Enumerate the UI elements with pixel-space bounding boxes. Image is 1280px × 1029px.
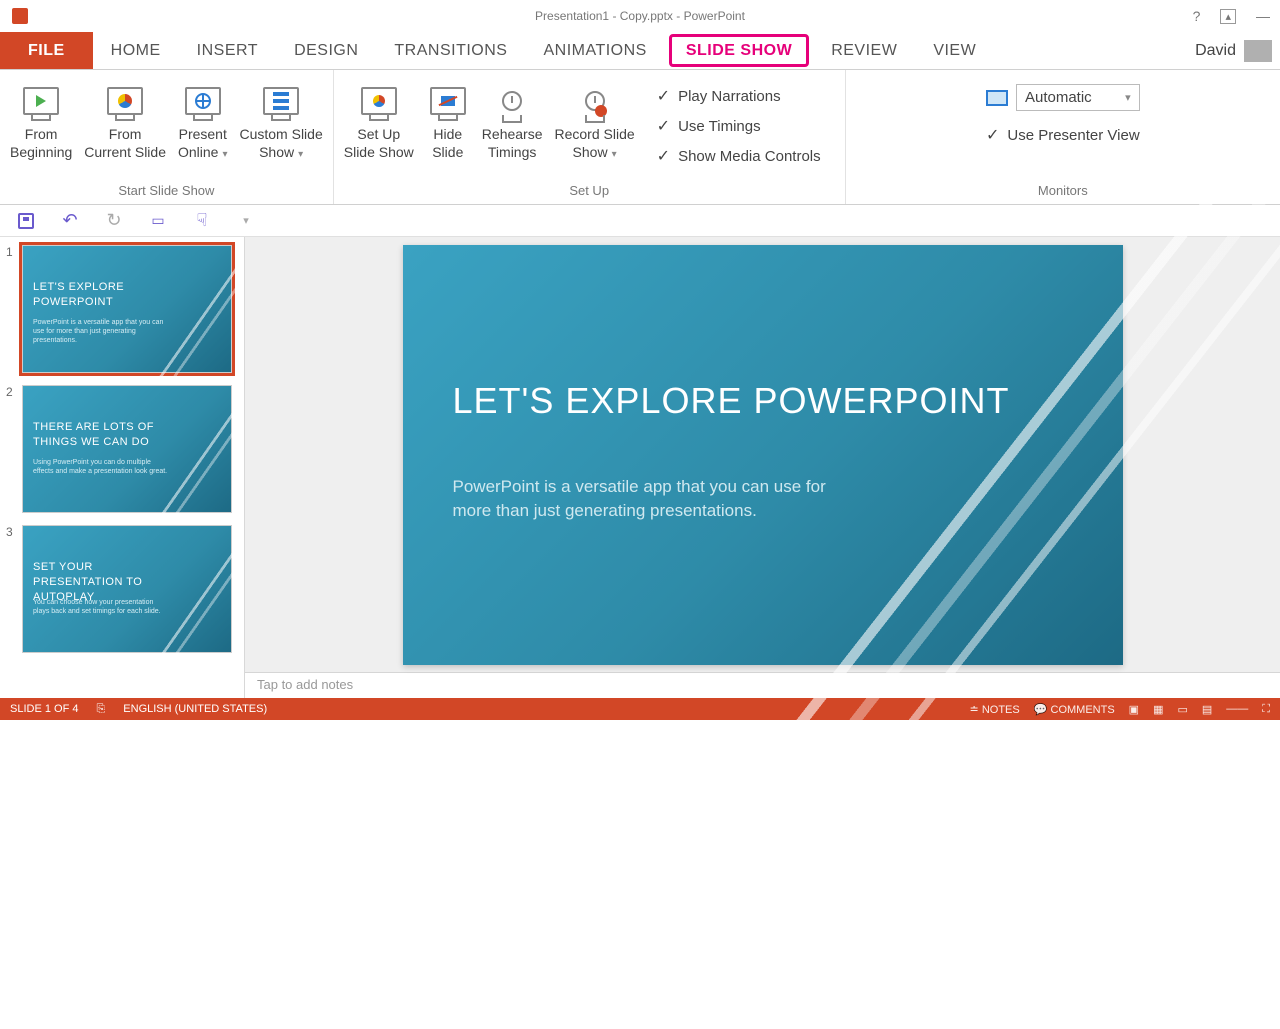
custom-label: Custom Slide Show▾: [239, 126, 322, 161]
tab-review[interactable]: REVIEW: [813, 32, 915, 69]
tab-view[interactable]: VIEW: [915, 32, 994, 69]
ribbon-display-icon[interactable]: ▴: [1220, 9, 1236, 24]
setup-checkboxes: ✓ Play Narrations ✓ Use Timings ✓ Show Medi…: [641, 76, 841, 181]
record-icon: [573, 80, 617, 122]
record-label: Record Slide Show▾: [555, 126, 635, 161]
qat-more-button[interactable]: ▾: [236, 211, 256, 231]
notes-placeholder: Tap to add notes: [257, 677, 353, 692]
tab-transitions[interactable]: TRANSITIONS: [376, 32, 525, 69]
from-current-slide-button[interactable]: From Current Slide: [78, 76, 172, 181]
avatar: [1244, 40, 1272, 62]
check-icon: ✓: [657, 146, 670, 166]
group-label-setup: Set Up: [569, 181, 609, 202]
play-narrations-label: Play Narrations: [678, 88, 781, 105]
tab-insert[interactable]: INSERT: [179, 32, 276, 69]
redo-button[interactable]: ↻: [104, 211, 124, 231]
user-name: David: [1195, 42, 1236, 60]
slideshow-view-icon[interactable]: ▤: [1202, 703, 1212, 716]
check-icon: ✓: [657, 86, 670, 106]
thumb-preview: SET YOUR PRESENTATION TO AUTOPLAY You ca…: [22, 525, 232, 653]
play-narrations-checkbox[interactable]: ✓ Play Narrations: [657, 86, 781, 106]
start-show-button[interactable]: ▭: [148, 211, 168, 231]
tab-design[interactable]: DESIGN: [276, 32, 376, 69]
check-icon: ✓: [657, 116, 670, 136]
minimize-icon[interactable]: —: [1256, 8, 1270, 24]
show-media-label: Show Media Controls: [678, 148, 821, 165]
thumb-number: 1: [6, 245, 18, 373]
hide-label: Hide Slide: [432, 126, 463, 161]
tab-file[interactable]: FILE: [0, 32, 93, 69]
rehearse-timings-button[interactable]: Rehearse Timings: [476, 76, 549, 181]
main-editor: LET'S EXPLORE POWERPOINT PowerPoint is a…: [245, 237, 1280, 698]
slide-stage: LET'S EXPLORE POWERPOINT PowerPoint is a…: [245, 237, 1280, 672]
from-beginning-button[interactable]: From Beginning: [4, 76, 78, 181]
use-timings-checkbox[interactable]: ✓ Use Timings: [657, 116, 761, 136]
tab-animations[interactable]: ANIMATIONS: [525, 32, 664, 69]
slide-title[interactable]: LET'S EXPLORE POWERPOINT: [453, 380, 1010, 421]
document-title: Presentation1 - Copy.pptx - PowerPoint: [535, 9, 745, 23]
redo-icon: ↻: [106, 210, 121, 231]
screen-gear-icon: [357, 80, 401, 122]
thumb-subtitle: Using PowerPoint you can do multiple eff…: [33, 458, 171, 476]
screen-globe-icon: [181, 80, 225, 122]
help-icon[interactable]: ?: [1193, 8, 1201, 24]
slide-sorter-icon[interactable]: ▦: [1153, 703, 1163, 716]
slide-body[interactable]: PowerPoint is a versatile app that you c…: [453, 475, 833, 524]
user-area[interactable]: David: [1195, 32, 1272, 69]
thumbnail-3[interactable]: 3 SET YOUR PRESENTATION TO AUTOPLAY You …: [6, 525, 238, 653]
language-indicator[interactable]: ENGLISH (UNITED STATES): [123, 703, 267, 715]
thumb-subtitle: You can choose how your presentation pla…: [33, 598, 171, 616]
screen-play-icon: [19, 80, 63, 122]
screen-pie-icon: [103, 80, 147, 122]
save-button[interactable]: [16, 211, 36, 231]
tab-home[interactable]: HOME: [93, 32, 179, 69]
notes-toggle[interactable]: ≐ NOTES: [970, 703, 1020, 716]
show-media-controls-checkbox[interactable]: ✓ Show Media Controls: [657, 146, 821, 166]
slide-counter[interactable]: SLIDE 1 OF 4: [10, 703, 78, 715]
screen-list-icon: [259, 80, 303, 122]
from-beginning-label: From Beginning: [10, 126, 72, 161]
present-online-label: Present Online▾: [178, 126, 228, 161]
rehearse-label: Rehearse Timings: [482, 126, 543, 161]
touch-mode-button[interactable]: ☟: [192, 211, 212, 231]
thumb-title: THERE ARE LOTS OF THINGS WE CAN DO: [33, 420, 171, 450]
spellcheck-icon[interactable]: ⎘: [96, 703, 105, 716]
comments-toggle[interactable]: 💬 COMMENTS: [1034, 703, 1115, 716]
thumb-title: LET'S EXPLORE POWERPOINT: [33, 280, 171, 310]
custom-slide-show-button[interactable]: Custom Slide Show▾: [233, 76, 328, 181]
save-icon: [18, 213, 34, 229]
tab-slide-show[interactable]: SLIDE SHOW: [669, 34, 809, 67]
work-area: 1 LET'S EXPLORE POWERPOINT PowerPoint is…: [0, 237, 1280, 698]
record-slide-show-button[interactable]: Record Slide Show▾: [549, 76, 641, 181]
group-set-up: Set Up Slide Show Hide Slide Rehearse Ti…: [334, 70, 846, 204]
thumb-number: 2: [6, 385, 18, 513]
undo-icon: ↶: [62, 210, 77, 231]
window-controls: ? ▴ —: [1193, 8, 1270, 24]
slide-thumbnails-panel: 1 LET'S EXPLORE POWERPOINT PowerPoint is…: [0, 237, 245, 698]
hide-slide-button[interactable]: Hide Slide: [420, 76, 476, 181]
touch-icon: ☟: [197, 210, 208, 231]
fit-to-window-icon[interactable]: ⛶: [1262, 703, 1270, 716]
reading-view-icon[interactable]: ▭: [1177, 703, 1187, 716]
clock-icon: [490, 80, 534, 122]
app-icon: [12, 8, 28, 24]
present-icon: ▭: [151, 212, 164, 229]
current-slide[interactable]: LET'S EXPLORE POWERPOINT PowerPoint is a…: [403, 245, 1123, 665]
group-start-slide-show: From Beginning From Current Slide Presen…: [0, 70, 334, 204]
normal-view-icon[interactable]: ▣: [1129, 703, 1139, 716]
from-current-label: From Current Slide: [84, 126, 166, 161]
group-label-start: Start Slide Show: [118, 181, 214, 202]
hide-slide-icon: [426, 80, 470, 122]
thumb-subtitle: PowerPoint is a versatile app that you c…: [33, 318, 171, 345]
thumb-number: 3: [6, 525, 18, 653]
set-up-slide-show-button[interactable]: Set Up Slide Show: [338, 76, 420, 181]
setup-label: Set Up Slide Show: [344, 126, 414, 161]
undo-button[interactable]: ↶: [60, 211, 80, 231]
present-online-button[interactable]: Present Online▾: [172, 76, 234, 181]
use-timings-label: Use Timings: [678, 118, 761, 135]
zoom-slider[interactable]: ——: [1226, 703, 1248, 715]
